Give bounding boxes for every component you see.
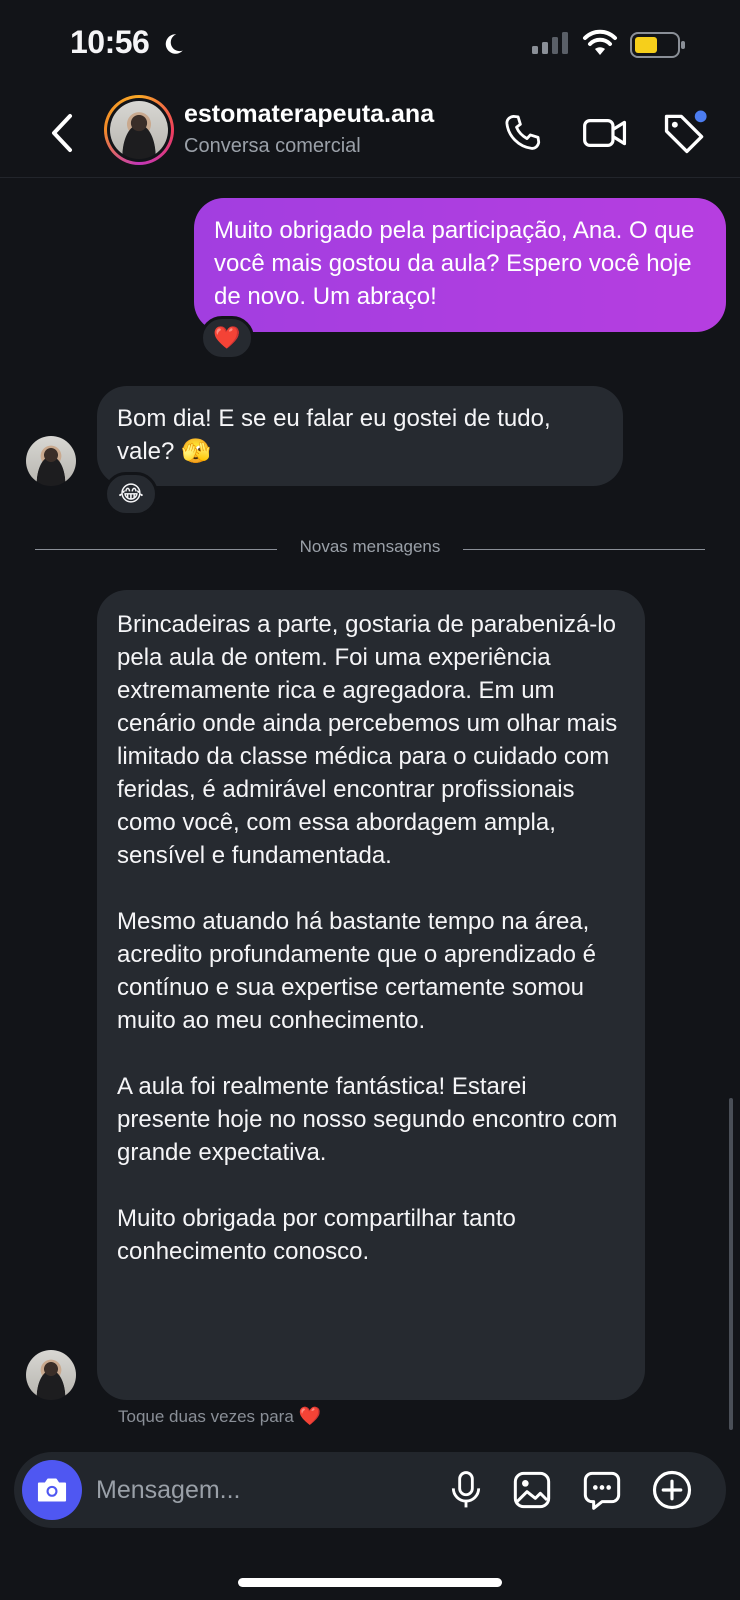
sticker-button[interactable] (578, 1466, 626, 1514)
battery-icon (630, 32, 685, 58)
video-call-button[interactable] (580, 108, 630, 158)
plus-circle-icon (652, 1470, 692, 1510)
microphone-icon (451, 1471, 481, 1508)
status-bar: 10:56 (0, 0, 740, 88)
video-camera-icon (583, 119, 627, 147)
sender-avatar[interactable] (26, 436, 76, 486)
moon-icon (165, 34, 183, 54)
double-tap-hint: Toque duas vezes para ❤️ (118, 1406, 321, 1427)
gallery-button[interactable] (508, 1466, 556, 1514)
sender-avatar[interactable] (26, 1350, 76, 1400)
home-indicator[interactable] (238, 1578, 502, 1587)
notification-dot (694, 110, 707, 123)
new-messages-divider: Novas mensagens (35, 536, 705, 562)
label-button[interactable] (660, 108, 710, 158)
wifi-icon (583, 29, 617, 55)
chat-header: estomaterapeuta.ana Conversa comercial (0, 88, 740, 178)
signal-icon (532, 32, 568, 54)
more-button[interactable] (648, 1466, 696, 1514)
phone-icon (505, 114, 541, 150)
camera-icon (37, 1478, 67, 1502)
incoming-message-long[interactable]: Brincadeiras a parte, gostaria de parabe… (97, 590, 645, 1400)
back-chevron-icon[interactable] (46, 110, 82, 156)
contact-subtitle: Conversa comercial (184, 135, 361, 157)
heart-icon: ❤️ (298, 1406, 321, 1426)
tag-icon (664, 110, 707, 154)
hint-text: Toque duas vezes para (118, 1407, 294, 1426)
incoming-message[interactable]: Bom dia! E se eu falar eu gostei de tudo… (97, 386, 623, 486)
camera-button[interactable] (22, 1460, 82, 1520)
heart-reaction[interactable]: ❤️ (200, 316, 254, 360)
contact-name[interactable]: estomaterapeuta.ana (184, 100, 434, 129)
message-input[interactable] (96, 1470, 416, 1510)
message-composer (14, 1452, 726, 1528)
sticker-message-icon (583, 1471, 621, 1510)
contact-avatar[interactable] (104, 95, 174, 165)
divider-label: Novas mensagens (299, 537, 441, 556)
status-time: 10:56 (70, 24, 150, 60)
laugh-reaction[interactable]: 😂 (104, 472, 158, 516)
voice-message-button[interactable] (442, 1466, 490, 1514)
scrollbar[interactable] (729, 1098, 733, 1430)
outgoing-message[interactable]: Muito obrigado pela participação, Ana. O… (194, 198, 726, 332)
call-button[interactable] (498, 108, 548, 158)
gallery-icon (513, 1471, 551, 1509)
